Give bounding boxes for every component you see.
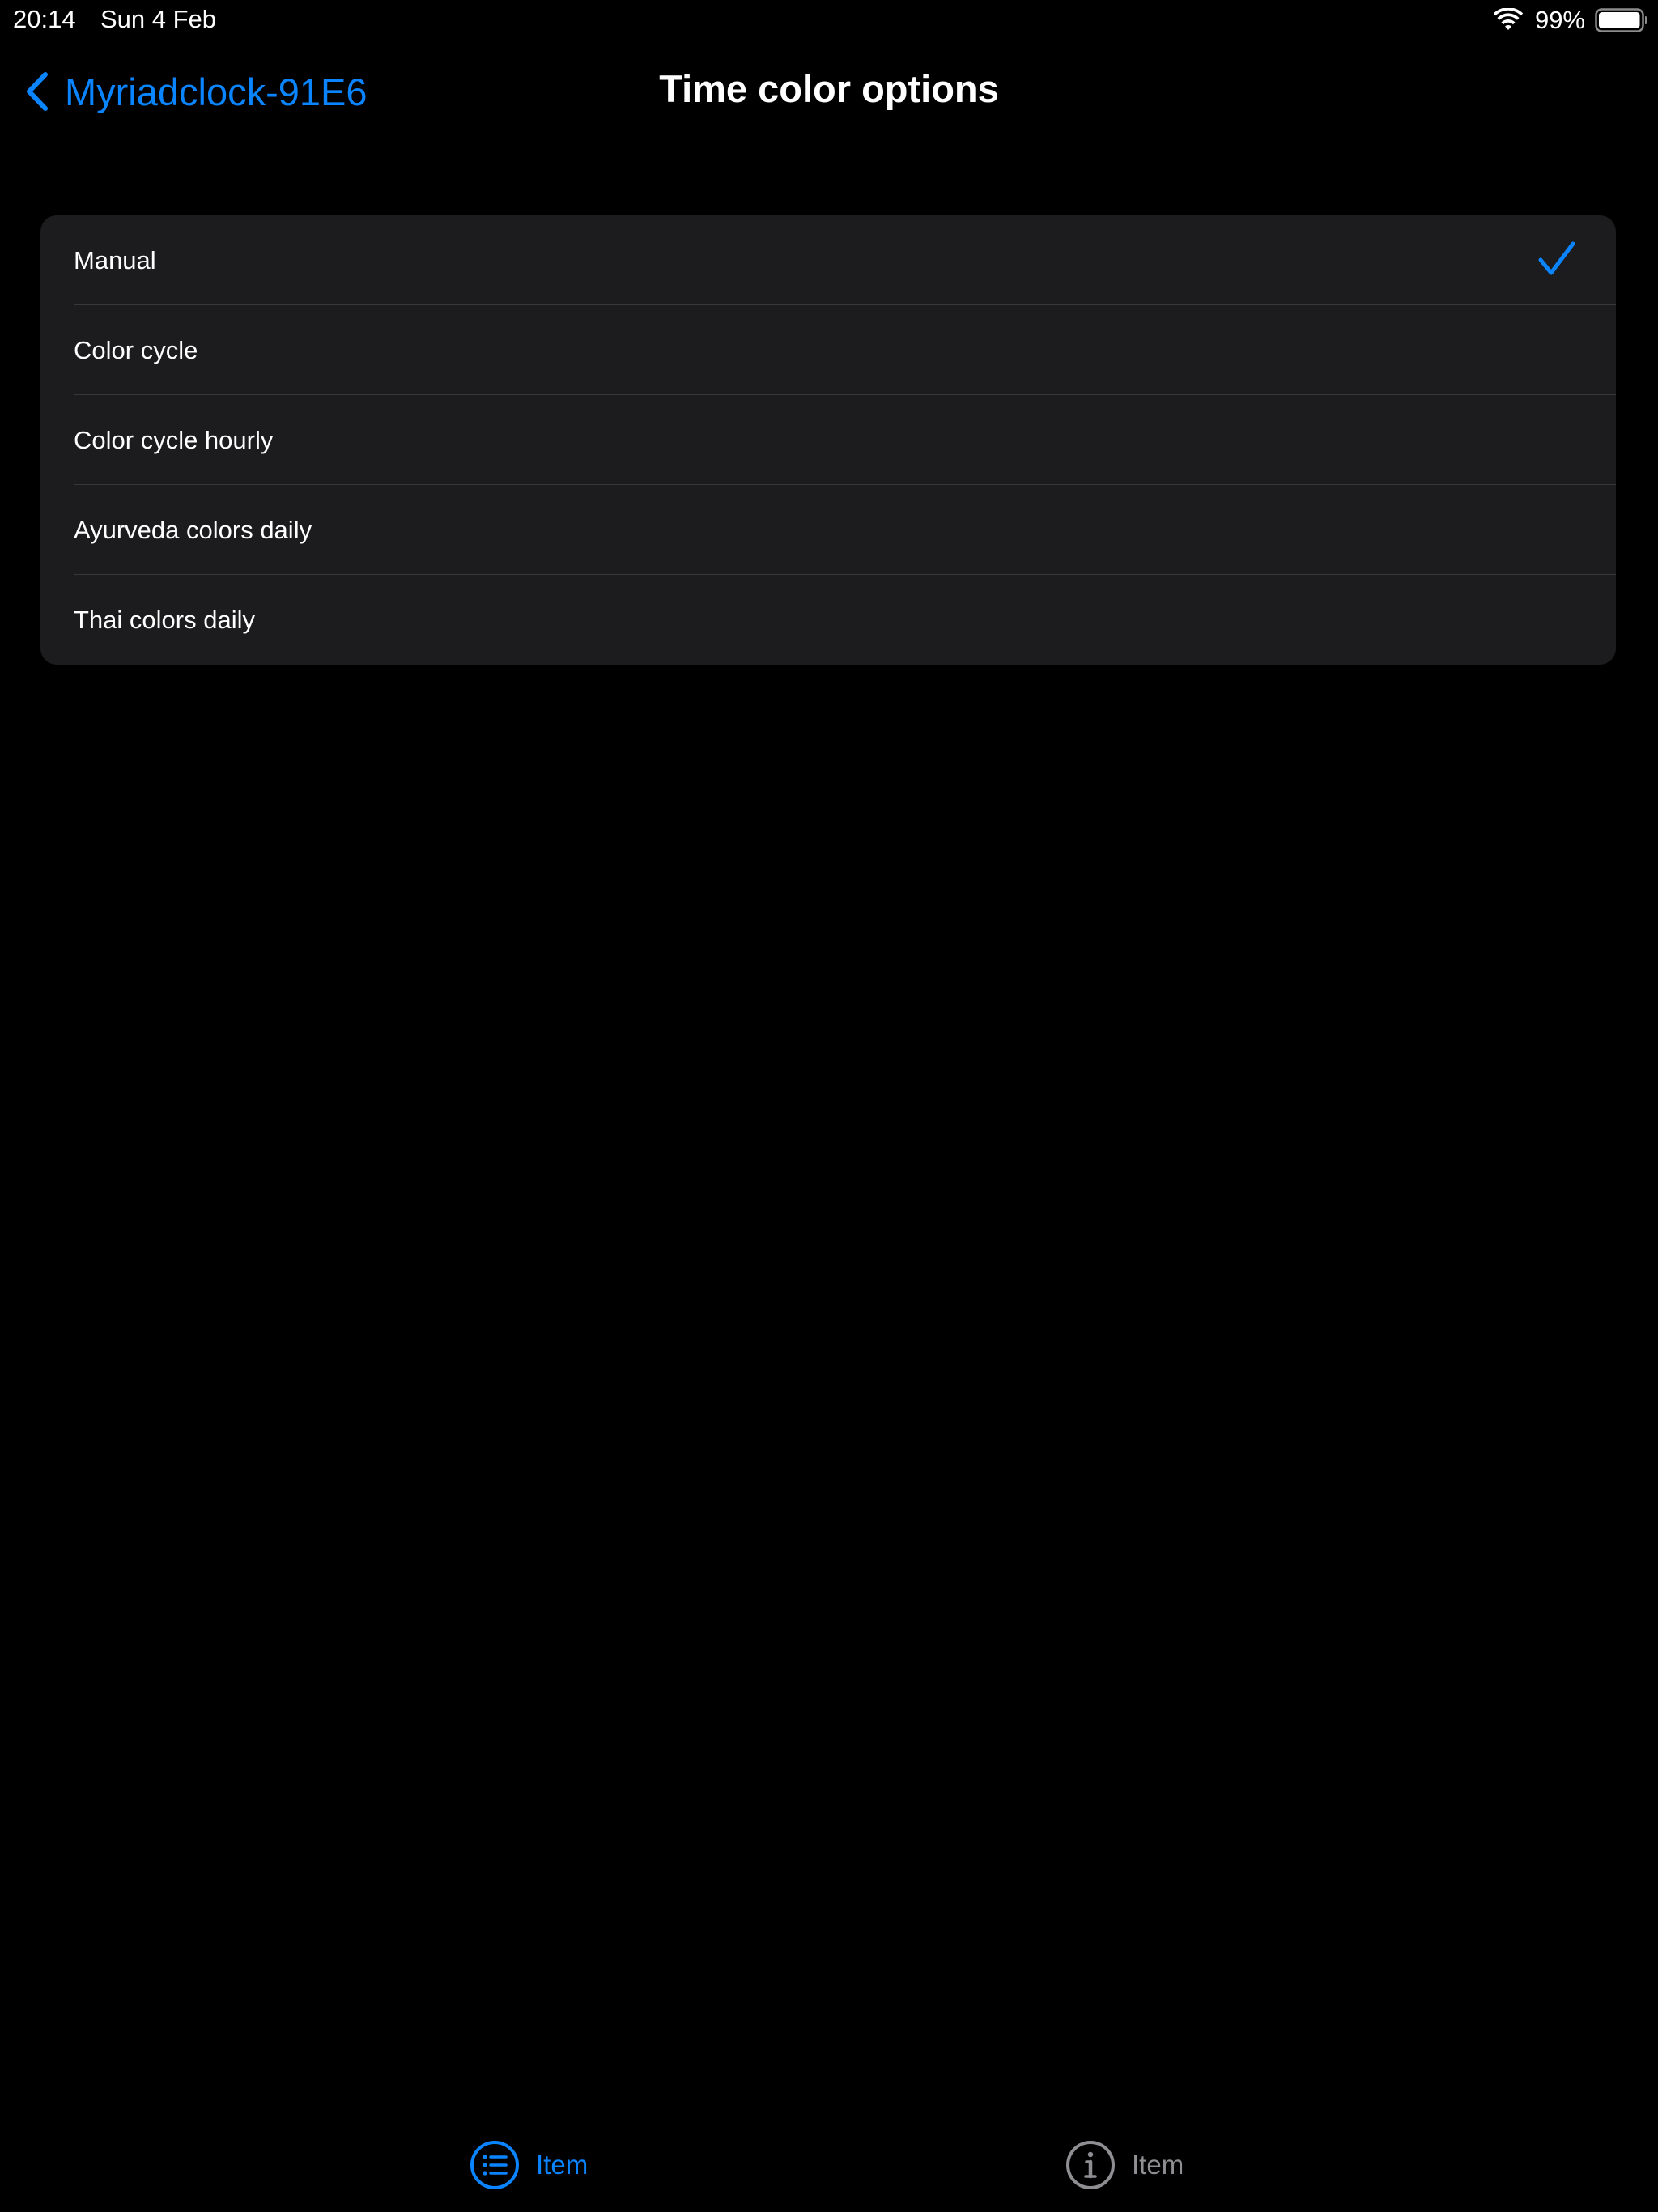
battery-fill xyxy=(1599,12,1640,28)
list-bullet-circle-icon xyxy=(470,2141,519,2189)
option-color-cycle-hourly[interactable]: Color cycle hourly xyxy=(40,395,1616,485)
option-color-cycle[interactable]: Color cycle xyxy=(40,305,1616,395)
option-label: Manual xyxy=(74,245,156,274)
status-time: 20:14 xyxy=(13,5,76,33)
status-date: Sun 4 Feb xyxy=(100,5,217,33)
status-bar: 20:14 Sun 4 Feb 99% xyxy=(0,0,1658,40)
option-label: Thai colors daily xyxy=(74,605,255,634)
tab-label: Item xyxy=(536,2150,589,2180)
option-label: Color cycle hourly xyxy=(74,425,274,454)
info-circle-icon xyxy=(1066,2141,1115,2189)
page-title: Time color options xyxy=(659,67,999,110)
page: 20:14 Sun 4 Feb 99% Myriadclock-91E6 Tim… xyxy=(0,0,1658,2212)
tab-bar: Item Item xyxy=(0,2121,1658,2212)
tab-label: Item xyxy=(1132,2150,1184,2180)
checkmark-icon xyxy=(1538,241,1575,275)
status-indicators: 99% xyxy=(1493,5,1648,36)
time-color-options-list: Manual Color cycle Color cycle hourly Ay… xyxy=(40,215,1616,665)
option-thai-colors-daily[interactable]: Thai colors daily xyxy=(40,575,1616,665)
battery-icon xyxy=(1595,8,1647,32)
option-label: Color cycle xyxy=(74,335,198,364)
wifi-icon xyxy=(1493,8,1524,30)
option-ayurveda-colors-daily[interactable]: Ayurveda colors daily xyxy=(40,485,1616,575)
tab-item-list[interactable]: Item xyxy=(470,2139,588,2191)
navigation-bar: Myriadclock-91E6 Time color options xyxy=(0,49,1658,133)
option-label: Ayurveda colors daily xyxy=(74,515,312,544)
battery-percent: 99% xyxy=(1534,6,1585,34)
tab-item-info[interactable]: Item xyxy=(1065,2139,1184,2191)
option-manual[interactable]: Manual xyxy=(40,215,1616,305)
